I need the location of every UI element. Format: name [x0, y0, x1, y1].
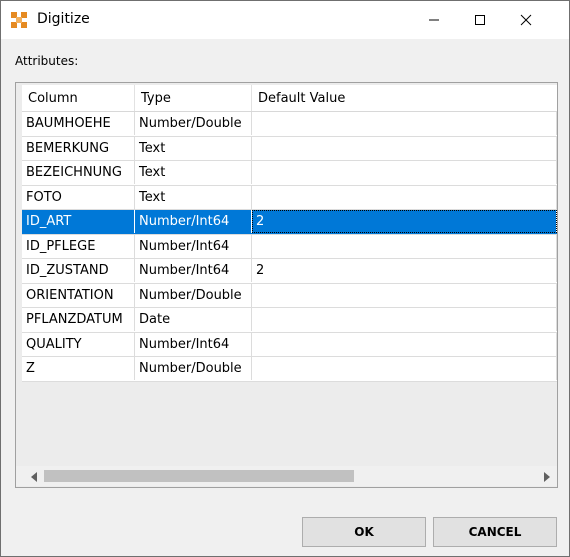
cell-type: Number/Int64 — [135, 332, 252, 356]
scroll-left-icon[interactable] — [30, 471, 38, 482]
table-row[interactable]: ID_ZUSTAND Number/Int64 2 — [22, 259, 557, 284]
table-row[interactable]: BAUMHOEHE Number/Double — [22, 112, 557, 137]
attributes-label: Attributes: — [15, 54, 79, 68]
cell-column: QUALITY — [22, 332, 135, 356]
cell-default-value[interactable]: 2 — [252, 259, 557, 282]
cell-type: Date — [135, 308, 252, 331]
cell-column: ID_PFLEGE — [22, 234, 135, 258]
cell-default-value[interactable]: 2 — [252, 210, 557, 233]
cell-default-value[interactable] — [252, 283, 557, 307]
window-title: Digitize — [37, 11, 90, 27]
table-row[interactable]: QUALITY Number/Int64 — [22, 332, 557, 357]
horizontal-scrollbar[interactable] — [16, 466, 557, 486]
digitize-dialog: Digitize Attributes: Column Type Default… — [0, 0, 570, 557]
cell-column: FOTO — [22, 185, 135, 209]
header-type[interactable]: Type — [135, 85, 252, 111]
header-column[interactable]: Column — [22, 85, 135, 111]
title-bar[interactable]: Digitize — [1, 1, 569, 39]
table-row[interactable]: FOTO Text — [22, 185, 557, 210]
cell-column: ID_ART — [22, 210, 135, 233]
cell-default-value[interactable] — [252, 185, 557, 209]
app-icon — [11, 12, 27, 28]
table-row[interactable]: BEMERKUNG Text — [22, 136, 557, 161]
scroll-right-icon[interactable] — [543, 471, 551, 482]
cell-type: Number/Int64 — [135, 210, 252, 233]
cell-default-value[interactable] — [252, 308, 557, 331]
cell-type: Number/Double — [135, 283, 252, 307]
cell-column: BEZEICHNUNG — [22, 161, 135, 184]
minimize-button[interactable] — [411, 1, 457, 39]
cell-type: Text — [135, 161, 252, 184]
grid-header: Column Type Default Value — [22, 85, 557, 112]
cell-default-value[interactable] — [252, 136, 557, 160]
cell-column: PFLANZDATUM — [22, 308, 135, 331]
cell-type: Number/Double — [135, 357, 252, 380]
attributes-grid[interactable]: Column Type Default Value BAUMHOEHE Numb… — [15, 82, 558, 488]
cell-default-value[interactable] — [252, 161, 557, 184]
cell-type: Text — [135, 136, 252, 160]
table-row[interactable]: ORIENTATION Number/Double — [22, 283, 557, 308]
cell-type: Number/Int64 — [135, 259, 252, 282]
table-row[interactable]: ID_PFLEGE Number/Int64 — [22, 234, 557, 259]
table-row-selected[interactable]: ID_ART Number/Int64 2 — [22, 210, 557, 235]
close-button[interactable] — [503, 1, 549, 39]
cell-default-value[interactable] — [252, 234, 557, 258]
table-row[interactable]: PFLANZDATUM Date — [22, 308, 557, 333]
table-row[interactable]: BEZEICHNUNG Text — [22, 161, 557, 186]
close-icon — [520, 14, 532, 26]
cell-column: BEMERKUNG — [22, 136, 135, 160]
maximize-icon — [475, 15, 485, 25]
cancel-button[interactable]: CANCEL — [433, 517, 557, 547]
scrollbar-thumb[interactable] — [44, 470, 354, 482]
cell-type: Number/Int64 — [135, 234, 252, 258]
maximize-button[interactable] — [457, 1, 503, 39]
cell-type: Number/Double — [135, 112, 252, 135]
cell-default-value[interactable] — [252, 357, 557, 380]
minimize-icon — [429, 19, 439, 21]
cell-column: BAUMHOEHE — [22, 112, 135, 135]
cell-type: Text — [135, 185, 252, 209]
header-default-value[interactable]: Default Value — [252, 85, 557, 111]
cell-column: Z — [22, 357, 135, 380]
cell-default-value[interactable] — [252, 112, 557, 135]
cell-column: ORIENTATION — [22, 283, 135, 307]
cell-column: ID_ZUSTAND — [22, 259, 135, 282]
cell-default-value[interactable] — [252, 332, 557, 356]
table-row[interactable]: Z Number/Double — [22, 357, 557, 382]
ok-button[interactable]: OK — [302, 517, 426, 547]
